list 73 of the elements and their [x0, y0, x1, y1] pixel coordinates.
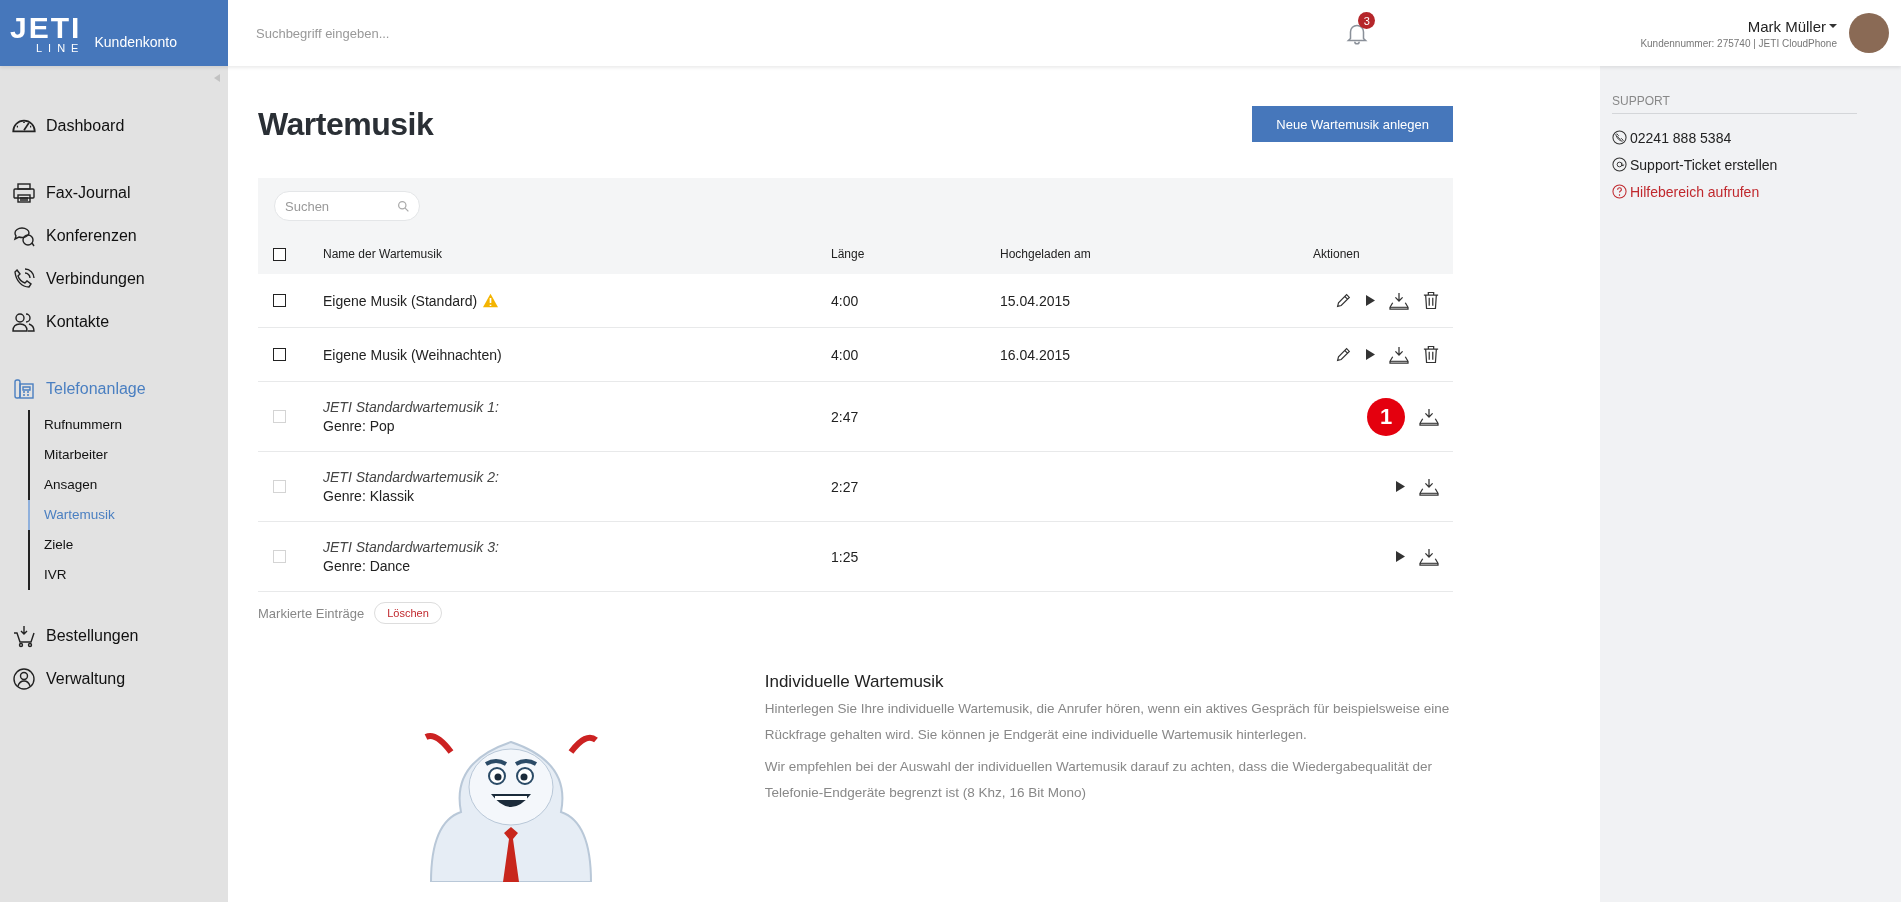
trash-icon[interactable] — [1423, 345, 1439, 364]
at-sign-icon — [1612, 157, 1627, 172]
logo[interactable]: JETI LINE — [10, 12, 85, 54]
row-checkbox[interactable] — [273, 294, 286, 307]
music-name: JETI Standardwartemusik 3: — [323, 539, 499, 555]
nav-item[interactable]: Verbindungen — [0, 257, 228, 300]
upload-date-cell: 15.04.2015 — [1000, 292, 1071, 309]
column-header: Länge — [831, 247, 865, 261]
gauge-icon — [12, 118, 36, 133]
support-link[interactable]: Support-Ticket erstellen — [1612, 151, 1857, 178]
nav-subitem[interactable]: IVR — [28, 560, 228, 590]
help-icon — [1612, 184, 1627, 199]
deskphone-icon — [12, 376, 36, 401]
info-paragraph: Hinterlegen Sie Ihre individuelle Wartemusik, die Anrufer hören, wenn ein aktives Gespräch für beispielsweise eine Rückfrage gehalten wird. Sie können je Endgerät eine individuelle Wartemusik hinterlegen. — [764, 700, 1451, 744]
page-title: Wartemusik — [258, 105, 434, 143]
pencil-icon[interactable] — [1334, 345, 1352, 364]
length-cell: 2:47 — [831, 408, 859, 425]
caret-icon — [1829, 24, 1837, 28]
upload-date-cell: 16.04.2015 — [1000, 346, 1071, 363]
printer-icon — [12, 180, 36, 205]
search-icon — [397, 200, 410, 213]
column-header: Hochgeladen am — [1000, 247, 1091, 261]
customer-info: Kundennummer: 275740 | JETI CloudPhone — [1640, 37, 1837, 49]
info-heading: Individuelle Wartemusik — [764, 672, 945, 692]
music-name: Eigene Musik (Weihnachten) — [323, 346, 502, 363]
play-icon[interactable] — [1366, 349, 1375, 360]
nav-subitem[interactable]: Ansagen — [28, 470, 228, 500]
support-link[interactable]: Hilfebereich aufrufen — [1612, 178, 1857, 205]
support-phone[interactable]: 02241 888 5384 — [1612, 124, 1857, 151]
row-checkbox[interactable] — [273, 348, 286, 361]
callout-marker: 1 — [1367, 397, 1405, 436]
column-header: Aktionen — [1313, 247, 1360, 261]
music-name: JETI Standardwartemusik 1: — [323, 399, 499, 415]
music-name: Eigene Musik (Standard) — [323, 292, 478, 309]
length-cell: 1:25 — [831, 548, 859, 565]
music-name: JETI Standardwartemusik 2: — [323, 469, 499, 485]
info-paragraph: Wir empfehlen bei der Auswahl der individuellen Wartemusik darauf zu achten, dass die Wiedergabequalität der Telefonie-Endgeräte begrenzt ist (8 Khz, 16 Bit Mono) — [764, 758, 1434, 802]
nav-subitem[interactable]: Ziele — [28, 530, 228, 560]
nav-item[interactable]: Konferenzen — [0, 214, 228, 257]
nav-item[interactable]: Dashboard — [0, 104, 228, 147]
delete-button[interactable]: Löschen — [374, 602, 442, 624]
support-heading: SUPPORT — [1612, 66, 1857, 114]
nav-item[interactable]: Kontakte — [0, 300, 228, 343]
nav-item[interactable]: Fax-Journal — [0, 171, 228, 214]
length-cell: 4:00 — [831, 292, 859, 309]
user-menu[interactable]: Mark Müller — [1747, 17, 1837, 35]
bulk-label: Markierte Einträge — [258, 605, 365, 621]
nav-item[interactable]: Verwaltung — [0, 657, 228, 700]
avatar[interactable] — [1849, 13, 1889, 53]
download-icon[interactable] — [1389, 291, 1409, 310]
trash-icon[interactable] — [1423, 291, 1439, 310]
play-icon[interactable] — [1366, 295, 1375, 306]
download-icon[interactable] — [1389, 345, 1409, 364]
cart-icon — [12, 623, 36, 648]
genre-text: Genre: Pop — [323, 418, 396, 434]
phone-icon — [1612, 130, 1627, 145]
search-field[interactable]: Suchbegriff eingeben... — [254, 24, 658, 42]
pencil-icon[interactable] — [1334, 291, 1352, 310]
new-music-button[interactable]: Neue Wartemusik anlegen — [1252, 106, 1453, 142]
genre-text: Genre: Klassik — [323, 488, 416, 504]
portal-label: Kundenkonto — [94, 34, 177, 50]
nav-subitem[interactable]: Rufnummern — [28, 410, 228, 440]
table-search-field[interactable]: Suchen — [274, 191, 420, 221]
nav-item[interactable]: Bestellungen — [0, 614, 228, 657]
notification-count: 3 — [1358, 12, 1376, 29]
genre-text: Genre: Dance — [323, 558, 412, 574]
phonewave-icon — [12, 266, 36, 291]
column-header: Name der Wartemusik — [323, 247, 442, 261]
length-cell: 2:27 — [831, 478, 859, 495]
length-cell: 4:00 — [831, 346, 859, 363]
usercircle-icon — [12, 666, 36, 691]
select-all-checkbox[interactable] — [273, 247, 286, 261]
nav-subitem[interactable]: Mitarbeiter — [28, 440, 228, 470]
